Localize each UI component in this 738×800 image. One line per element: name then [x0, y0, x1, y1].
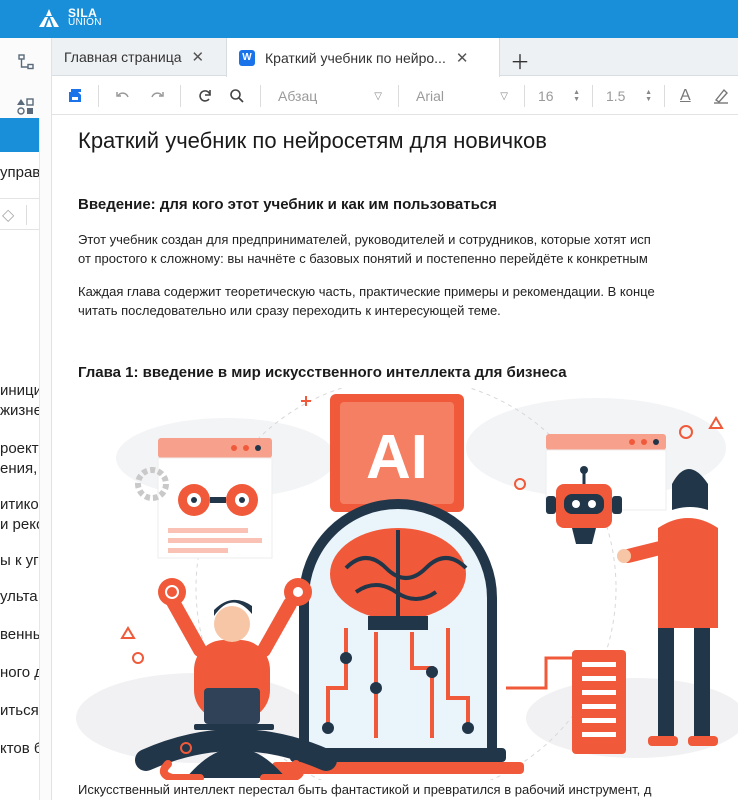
font-family-value: Arial [416, 88, 445, 104]
logo-icon [39, 9, 59, 27]
intro-paragraph-line: читать последовательно или сразу переход… [78, 303, 501, 318]
tab-label: Главная страница [64, 49, 182, 65]
editor-toolbar: Абзац ▽ Arial ▽ 16 ▲ ▼ 1.5 ▲ ▼ A [52, 77, 738, 115]
background-toolbar: ◇ [0, 198, 39, 230]
font-size-stepper[interactable]: 16 ▲ ▼ [538, 84, 580, 108]
close-icon[interactable]: ✕ [456, 49, 469, 67]
ai-sign-label: AI [366, 423, 428, 492]
toolbar-divider [180, 85, 181, 107]
chevron-down-icon: ▽ [374, 90, 382, 102]
shapes-icon[interactable] [16, 96, 36, 116]
background-panel-header [0, 118, 39, 152]
background-text: и реко [0, 516, 40, 533]
search-icon[interactable] [228, 86, 246, 106]
paragraph-style-value: Абзац [278, 88, 318, 104]
save-icon[interactable] [66, 86, 84, 106]
tab-home[interactable]: Главная страница ✕ [52, 38, 226, 76]
toolbar-divider [592, 85, 593, 107]
closing-paragraph-line: Искусственный интеллект перестал быть фа… [78, 782, 652, 797]
intro-paragraph-line: Этот учебник создан для предпринимателей… [78, 232, 651, 247]
intro-paragraph-line: от простого к сложному: вы начнёте с баз… [78, 251, 648, 266]
refresh-icon[interactable] [196, 86, 214, 106]
line-spacing-value: 1.5 [606, 88, 626, 104]
background-text: иться [0, 702, 39, 719]
font-family-select[interactable]: Arial ▽ [416, 84, 508, 108]
background-text: ульта [0, 588, 38, 605]
background-panel: управ ◇ иници жизне роект ения, итико и … [0, 118, 40, 800]
background-text: ения, [0, 460, 38, 477]
document-page[interactable]: Краткий учебник по нейросетям для новичк… [52, 116, 738, 800]
word-document-icon: W [239, 49, 255, 66]
background-text: ного д [0, 664, 40, 681]
tab-label: Краткий учебник по нейро... [265, 49, 446, 66]
intro-heading: Введение: для кого этот учебник и как им… [78, 196, 497, 213]
highlighter-icon[interactable] [712, 86, 730, 106]
font-size-value: 16 [538, 88, 554, 104]
line-spacing-stepper[interactable]: 1.5 ▲ ▼ [606, 84, 652, 108]
ai-illustration-image: AI [76, 388, 738, 780]
intro-paragraph-line: Каждая глава содержит теоретическую част… [78, 284, 655, 299]
brand-logo[interactable]: SILA UNION [36, 7, 102, 29]
redo-icon[interactable] [148, 86, 166, 106]
background-text: роект [0, 440, 39, 457]
background-text: ктов б [0, 740, 40, 757]
background-text: итико [0, 496, 39, 513]
background-text: иници [0, 382, 40, 399]
toolbar-divider [398, 85, 399, 107]
background-text: ы к уг [0, 552, 39, 569]
brand-subname: UNION [68, 17, 102, 28]
toolbar-divider [260, 85, 261, 107]
tab-bar: Главная страница ✕ W Краткий учебник по … [52, 38, 738, 77]
toolbar-divider [98, 85, 99, 107]
brand-bar: SILA UNION [0, 0, 738, 38]
paragraph-style-select[interactable]: Абзац ▽ [278, 84, 382, 108]
toolbar-divider [664, 85, 665, 107]
background-text: управ [0, 164, 40, 181]
chevron-down-icon: ▽ [500, 90, 508, 102]
text-color-icon[interactable]: A [680, 86, 691, 106]
undo-icon[interactable] [114, 86, 132, 106]
toolbar-divider [524, 85, 525, 107]
background-text: жизне [0, 402, 40, 419]
chapter-1-heading: Глава 1: введение в мир искусственного и… [78, 364, 567, 381]
close-icon[interactable]: ✕ [192, 48, 205, 66]
background-text: венны [0, 626, 40, 643]
stepper-arrows-icon[interactable]: ▲ ▼ [573, 89, 580, 103]
new-tab-plus-icon[interactable]: ＋ [510, 46, 530, 75]
hierarchy-icon[interactable] [16, 52, 36, 72]
document-title: Краткий учебник по нейросетям для новичк… [78, 128, 547, 153]
tab-document[interactable]: W Краткий учебник по нейро... ✕ [226, 38, 500, 77]
stepper-arrows-icon[interactable]: ▲ ▼ [645, 89, 652, 103]
